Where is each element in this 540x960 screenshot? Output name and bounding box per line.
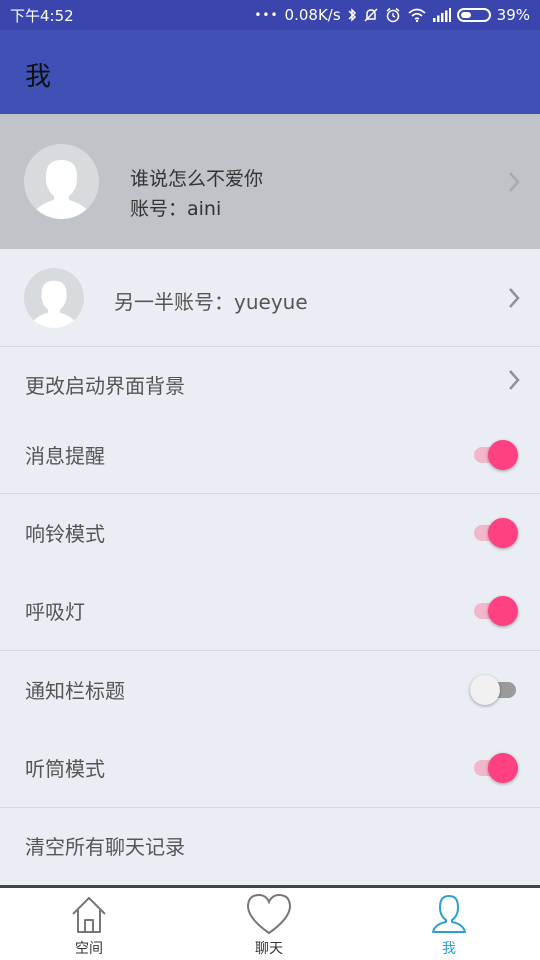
chevron-right-icon	[509, 172, 520, 192]
wifi-icon	[407, 7, 427, 23]
battery-icon	[456, 8, 491, 22]
ringtone-mode-label: 响铃模式	[25, 522, 105, 546]
bottom-nav: 空间 聊天 我	[0, 885, 540, 960]
clear-chats-label: 清空所有聊天记录	[25, 835, 185, 859]
profile-name: 谁说怎么不爱你	[130, 168, 264, 190]
breathing-light-toggle[interactable]	[472, 594, 522, 628]
clear-chats-row[interactable]: 清空所有聊天记录	[0, 808, 540, 885]
bluetooth-icon	[347, 7, 357, 23]
ringtone-mode-row: 响铃模式	[0, 494, 540, 572]
nav-item-chat[interactable]: 聊天	[209, 888, 329, 960]
ringtone-mode-toggle[interactable]	[472, 516, 522, 550]
toggle-thumb	[470, 675, 500, 705]
nav-label-space: 空间	[75, 941, 103, 957]
battery-percent: 39%	[496, 6, 530, 24]
chevron-right-icon	[509, 370, 520, 390]
status-icons: ••• 0.08K/s 39%	[254, 6, 530, 24]
breathing-light-row: 呼吸灯	[0, 572, 540, 650]
screen: 下午4:52 ••• 0.08K/s 39% 我 谁说怎么不爱你 账号：aini…	[0, 0, 540, 960]
partner-account-label: 另一半账号：yueyue	[114, 290, 308, 314]
message-reminder-toggle[interactable]	[472, 438, 522, 472]
status-dots: •••	[254, 8, 279, 22]
page-title: 我	[25, 62, 52, 92]
avatar	[24, 144, 99, 219]
mute-icon	[363, 7, 379, 23]
partner-account-row[interactable]: 另一半账号：yueyue	[0, 249, 540, 347]
chevron-right-icon	[509, 288, 520, 308]
message-reminder-row: 消息提醒	[0, 419, 540, 493]
status-time: 下午4:52	[10, 6, 74, 25]
message-reminder-label: 消息提醒	[25, 444, 105, 468]
notification-title-label: 通知栏标题	[25, 679, 125, 703]
change-background-row[interactable]: 更改启动界面背景	[0, 347, 540, 419]
breathing-light-label: 呼吸灯	[25, 600, 85, 624]
nav-label-chat: 聊天	[255, 941, 283, 957]
toggle-thumb	[488, 753, 518, 783]
toggle-thumb	[488, 518, 518, 548]
partner-avatar	[24, 268, 84, 328]
status-bar: 下午4:52 ••• 0.08K/s 39%	[0, 0, 540, 30]
partner-avatar-icon	[24, 268, 84, 328]
home-icon	[72, 897, 106, 933]
signal-icon	[432, 7, 451, 23]
notification-title-row: 通知栏标题	[0, 651, 540, 729]
change-background-label: 更改启动界面背景	[25, 374, 185, 398]
network-speed: 0.08K/s	[284, 6, 341, 24]
profile-account: 账号：aini	[130, 198, 222, 220]
notification-title-toggle[interactable]	[470, 673, 522, 707]
profile-card[interactable]: 谁说怎么不爱你 账号：aini	[0, 114, 540, 249]
alarm-icon	[385, 7, 401, 23]
battery-level	[460, 12, 471, 18]
app-bar: 我	[0, 30, 540, 114]
avatar-icon	[24, 144, 99, 219]
toggle-thumb	[488, 596, 518, 626]
toggle-thumb	[488, 440, 518, 470]
nav-item-space[interactable]: 空间	[29, 888, 149, 960]
heart-icon	[246, 893, 292, 935]
earpiece-mode-label: 听筒模式	[25, 757, 105, 781]
nav-item-me[interactable]: 我	[389, 888, 509, 960]
earpiece-mode-row: 听筒模式	[0, 729, 540, 807]
nav-label-me: 我	[442, 941, 456, 957]
earpiece-mode-toggle[interactable]	[472, 751, 522, 785]
person-icon	[432, 895, 466, 933]
